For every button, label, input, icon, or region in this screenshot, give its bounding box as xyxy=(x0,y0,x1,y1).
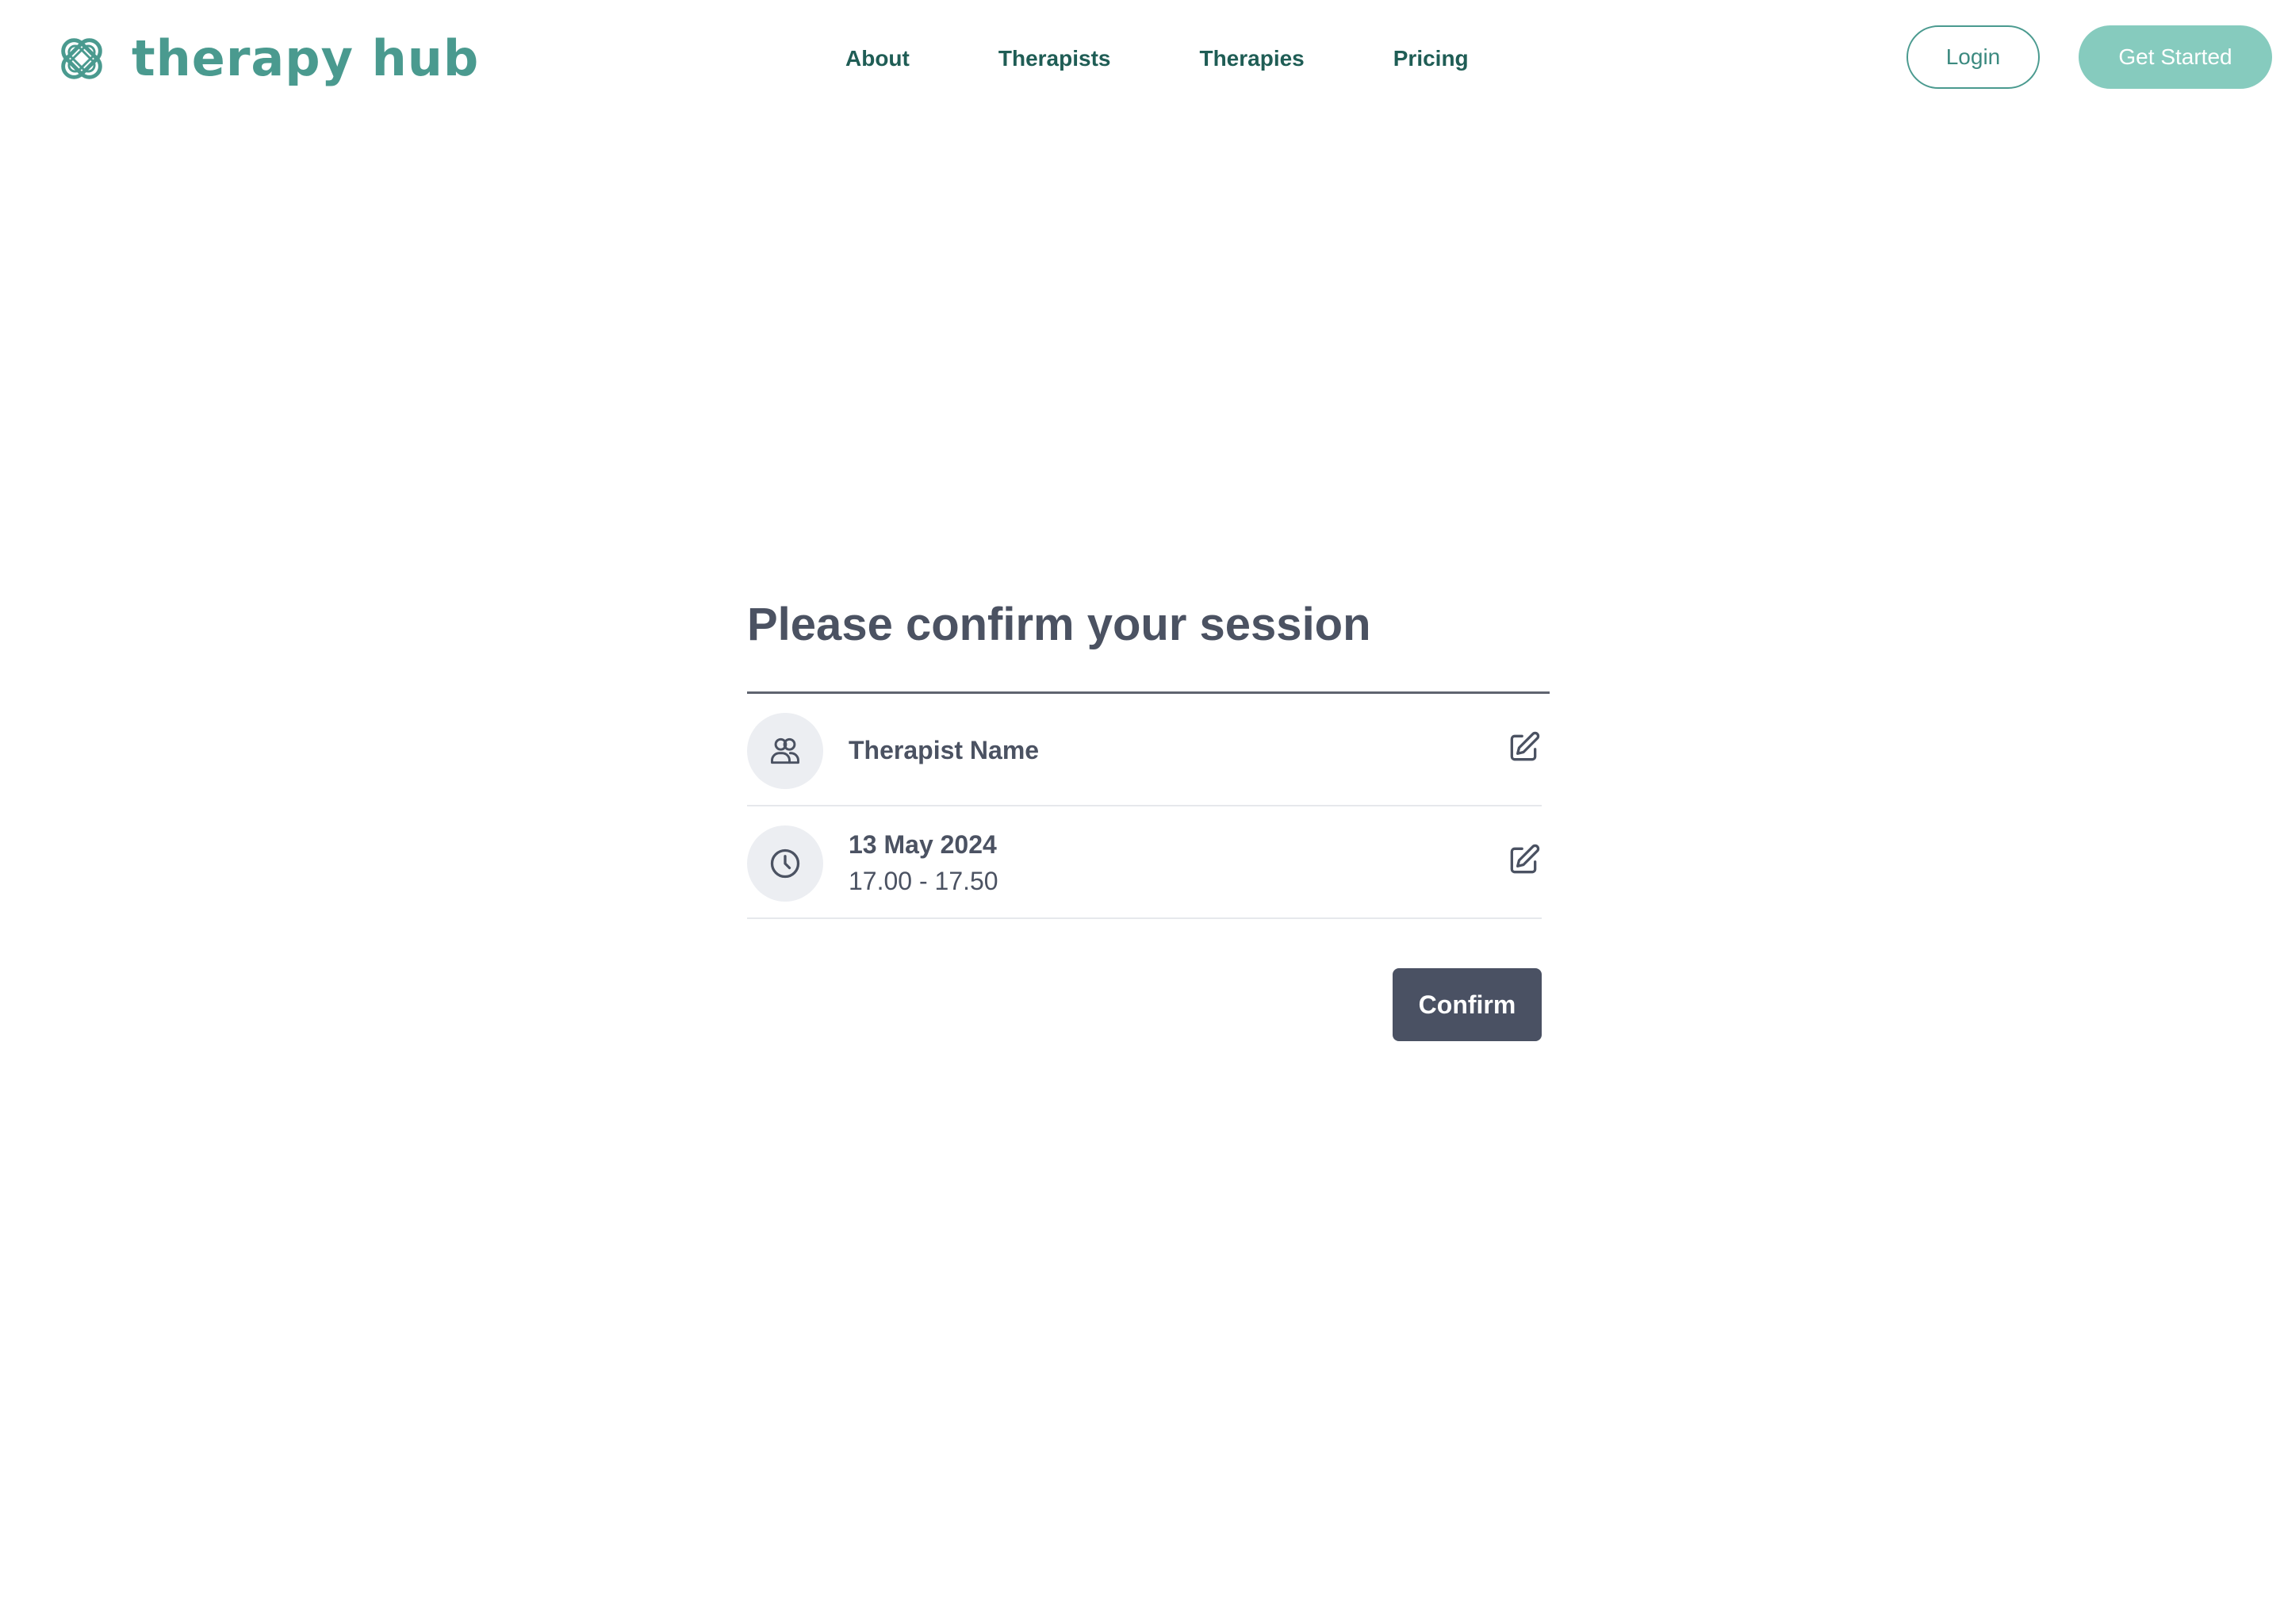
edit-therapist-button[interactable] xyxy=(1505,730,1542,767)
schedule-info: 13 May 2024 17.00 - 17.50 xyxy=(849,806,998,919)
session-date: 13 May 2024 xyxy=(849,830,997,859)
knot-logo-icon xyxy=(61,38,102,79)
therapist-info: Therapist Name xyxy=(849,694,1039,806)
edit-schedule-button[interactable] xyxy=(1505,843,1542,879)
confirm-area: Confirm xyxy=(747,919,1542,1046)
brand[interactable]: therapy hub xyxy=(49,25,479,92)
get-started-button[interactable]: Get Started xyxy=(2079,25,2272,89)
nav-therapists[interactable]: Therapists xyxy=(998,43,1111,75)
confirm-button[interactable]: Confirm xyxy=(1393,968,1542,1041)
login-button[interactable]: Login xyxy=(1907,25,2040,89)
main-nav: About Therapists Therapies Pricing xyxy=(845,43,1469,75)
schedule-row: 13 May 2024 17.00 - 17.50 xyxy=(747,806,1542,919)
therapist-avatar xyxy=(747,713,823,789)
edit-icon xyxy=(1510,731,1540,761)
top-header: therapy hub About Therapists Therapies P… xyxy=(0,0,2284,115)
therapist-row: Therapist Name xyxy=(747,694,1542,806)
schedule-avatar xyxy=(747,825,823,902)
session-confirmation-card: Please confirm your session Therapist Na… xyxy=(747,587,1550,1046)
session-time: 17.00 - 17.50 xyxy=(849,867,998,895)
users-icon xyxy=(771,737,799,764)
page-title: Please confirm your session xyxy=(747,599,1371,650)
edit-icon xyxy=(1510,844,1540,874)
nav-about[interactable]: About xyxy=(845,43,910,75)
therapist-name: Therapist Name xyxy=(849,736,1040,764)
nav-therapies[interactable]: Therapies xyxy=(1199,43,1304,75)
brand-name: therapy hub xyxy=(132,29,480,87)
clock-icon xyxy=(770,848,800,879)
nav-pricing[interactable]: Pricing xyxy=(1393,43,1469,75)
